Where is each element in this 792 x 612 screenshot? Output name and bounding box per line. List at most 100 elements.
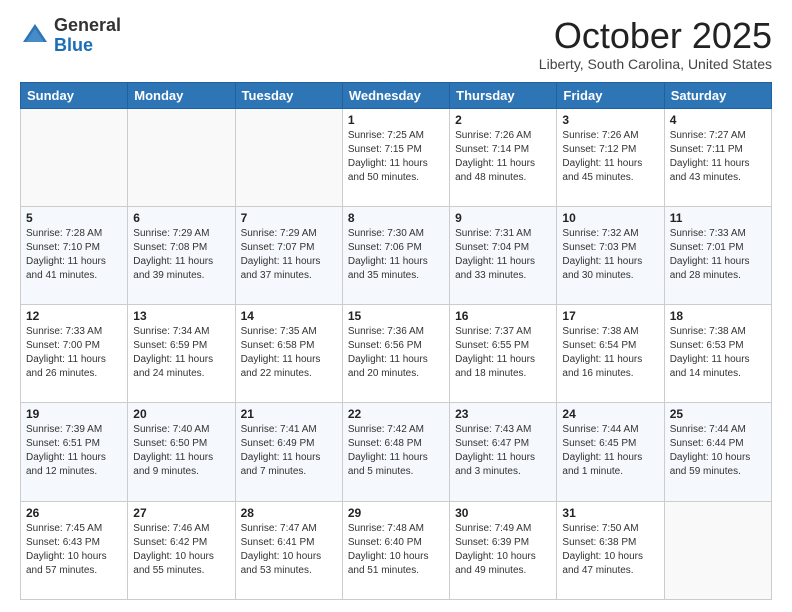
calendar-cell: 18 Sunrise: 7:38 AM Sunset: 6:53 PM Dayli… — [664, 305, 771, 403]
day-info: Sunrise: 7:37 AM Sunset: 6:55 PM Dayligh… — [455, 325, 551, 381]
calendar-week-row: 19 Sunrise: 7:39 AM Sunset: 6:51 PM Dayli… — [21, 403, 772, 501]
day-number: 7 — [241, 211, 337, 225]
day-info: Sunrise: 7:41 AM Sunset: 6:49 PM Dayligh… — [241, 423, 337, 479]
day-number: 6 — [133, 211, 229, 225]
calendar-day-header: Wednesday — [342, 82, 449, 108]
day-number: 29 — [348, 506, 444, 520]
calendar-cell: 6 Sunrise: 7:29 AM Sunset: 7:08 PM Daylig… — [128, 206, 235, 304]
logo-blue-text: Blue — [54, 35, 93, 55]
calendar-table: SundayMondayTuesdayWednesdayThursdayFrid… — [20, 82, 772, 600]
day-info: Sunrise: 7:35 AM Sunset: 6:58 PM Dayligh… — [241, 325, 337, 381]
calendar-day-header: Monday — [128, 82, 235, 108]
day-info: Sunrise: 7:33 AM Sunset: 7:00 PM Dayligh… — [26, 325, 122, 381]
day-number: 18 — [670, 309, 766, 323]
day-info: Sunrise: 7:27 AM Sunset: 7:11 PM Dayligh… — [670, 129, 766, 185]
day-info: Sunrise: 7:38 AM Sunset: 6:54 PM Dayligh… — [562, 325, 658, 381]
day-info: Sunrise: 7:44 AM Sunset: 6:44 PM Dayligh… — [670, 423, 766, 479]
calendar-cell: 24Sunrise: 7:44 AM Sunset: 6:45 PM Dayli… — [557, 403, 664, 501]
calendar-cell: 26Sunrise: 7:45 AM Sunset: 6:43 PM Dayli… — [21, 501, 128, 599]
calendar-cell: 10 Sunrise: 7:32 AM Sunset: 7:03 PM Dayli… — [557, 206, 664, 304]
logo-general-text: General — [54, 15, 121, 35]
day-info: Sunrise: 7:34 AM Sunset: 6:59 PM Dayligh… — [133, 325, 229, 381]
day-number: 3 — [562, 113, 658, 127]
calendar-cell: 3 Sunrise: 7:26 AM Sunset: 7:12 PM Daylig… — [557, 108, 664, 206]
day-number: 31 — [562, 506, 658, 520]
day-info: Sunrise: 7:36 AM Sunset: 6:56 PM Dayligh… — [348, 325, 444, 381]
day-number: 16 — [455, 309, 551, 323]
calendar-cell: 11Sunrise: 7:33 AM Sunset: 7:01 PM Dayli… — [664, 206, 771, 304]
day-number: 10 — [562, 211, 658, 225]
calendar-day-header: Saturday — [664, 82, 771, 108]
day-number: 2 — [455, 113, 551, 127]
day-number: 14 — [241, 309, 337, 323]
calendar-cell: 27Sunrise: 7:46 AM Sunset: 6:42 PM Dayli… — [128, 501, 235, 599]
calendar-cell: 20 Sunrise: 7:40 AM Sunset: 6:50 PM Dayli… — [128, 403, 235, 501]
day-number: 5 — [26, 211, 122, 225]
calendar-week-row: 12 Sunrise: 7:33 AM Sunset: 7:00 PM Dayli… — [21, 305, 772, 403]
day-number: 13 — [133, 309, 229, 323]
day-info: Sunrise: 7:40 AM Sunset: 6:50 PM Dayligh… — [133, 423, 229, 479]
day-info: Sunrise: 7:43 AM Sunset: 6:47 PM Dayligh… — [455, 423, 551, 479]
day-info: Sunrise: 7:50 AM Sunset: 6:38 PM Dayligh… — [562, 522, 658, 578]
day-number: 27 — [133, 506, 229, 520]
day-number: 8 — [348, 211, 444, 225]
calendar-cell: 23Sunrise: 7:43 AM Sunset: 6:47 PM Dayli… — [450, 403, 557, 501]
day-number: 21 — [241, 407, 337, 421]
day-number: 12 — [26, 309, 122, 323]
calendar-header-row: SundayMondayTuesdayWednesdayThursdayFrid… — [21, 82, 772, 108]
calendar-cell: 29 Sunrise: 7:48 AM Sunset: 6:40 PM Dayli… — [342, 501, 449, 599]
day-info: Sunrise: 7:45 AM Sunset: 6:43 PM Dayligh… — [26, 522, 122, 578]
day-info: Sunrise: 7:29 AM Sunset: 7:07 PM Dayligh… — [241, 227, 337, 283]
day-info: Sunrise: 7:26 AM Sunset: 7:14 PM Dayligh… — [455, 129, 551, 185]
day-info: Sunrise: 7:47 AM Sunset: 6:41 PM Dayligh… — [241, 522, 337, 578]
calendar-week-row: 1Sunrise: 7:25 AM Sunset: 7:15 PM Daylig… — [21, 108, 772, 206]
calendar-cell — [235, 108, 342, 206]
day-number: 4 — [670, 113, 766, 127]
calendar-cell — [664, 501, 771, 599]
calendar-cell: 8 Sunrise: 7:30 AM Sunset: 7:06 PM Daylig… — [342, 206, 449, 304]
logo: General Blue — [20, 16, 121, 56]
day-info: Sunrise: 7:44 AM Sunset: 6:45 PM Dayligh… — [562, 423, 658, 479]
day-info: Sunrise: 7:39 AM Sunset: 6:51 PM Dayligh… — [26, 423, 122, 479]
header: General Blue October 2025 Liberty, South… — [20, 16, 772, 72]
day-info: Sunrise: 7:26 AM Sunset: 7:12 PM Dayligh… — [562, 129, 658, 185]
day-number: 1 — [348, 113, 444, 127]
day-number: 17 — [562, 309, 658, 323]
calendar-cell: 30Sunrise: 7:49 AM Sunset: 6:39 PM Dayli… — [450, 501, 557, 599]
day-info: Sunrise: 7:30 AM Sunset: 7:06 PM Dayligh… — [348, 227, 444, 283]
calendar-cell: 19 Sunrise: 7:39 AM Sunset: 6:51 PM Dayli… — [21, 403, 128, 501]
day-info: Sunrise: 7:49 AM Sunset: 6:39 PM Dayligh… — [455, 522, 551, 578]
day-number: 25 — [670, 407, 766, 421]
day-number: 20 — [133, 407, 229, 421]
calendar-week-row: 26Sunrise: 7:45 AM Sunset: 6:43 PM Dayli… — [21, 501, 772, 599]
calendar-cell: 7 Sunrise: 7:29 AM Sunset: 7:07 PM Daylig… — [235, 206, 342, 304]
day-info: Sunrise: 7:32 AM Sunset: 7:03 PM Dayligh… — [562, 227, 658, 283]
day-number: 28 — [241, 506, 337, 520]
day-number: 9 — [455, 211, 551, 225]
day-number: 19 — [26, 407, 122, 421]
calendar-week-row: 5Sunrise: 7:28 AM Sunset: 7:10 PM Daylig… — [21, 206, 772, 304]
day-info: Sunrise: 7:31 AM Sunset: 7:04 PM Dayligh… — [455, 227, 551, 283]
day-info: Sunrise: 7:42 AM Sunset: 6:48 PM Dayligh… — [348, 423, 444, 479]
day-info: Sunrise: 7:29 AM Sunset: 7:08 PM Dayligh… — [133, 227, 229, 283]
location-subtitle: Liberty, South Carolina, United States — [539, 56, 772, 72]
calendar-cell: 28 Sunrise: 7:47 AM Sunset: 6:41 PM Dayli… — [235, 501, 342, 599]
calendar-day-header: Friday — [557, 82, 664, 108]
calendar-cell: 13 Sunrise: 7:34 AM Sunset: 6:59 PM Dayli… — [128, 305, 235, 403]
calendar-cell: 2 Sunrise: 7:26 AM Sunset: 7:14 PM Daylig… — [450, 108, 557, 206]
page: General Blue October 2025 Liberty, South… — [0, 0, 792, 612]
day-number: 15 — [348, 309, 444, 323]
day-info: Sunrise: 7:48 AM Sunset: 6:40 PM Dayligh… — [348, 522, 444, 578]
calendar-cell: 25 Sunrise: 7:44 AM Sunset: 6:44 PM Dayli… — [664, 403, 771, 501]
calendar-cell — [21, 108, 128, 206]
day-number: 22 — [348, 407, 444, 421]
day-number: 11 — [670, 211, 766, 225]
month-title: October 2025 — [539, 16, 772, 56]
calendar-cell: 4 Sunrise: 7:27 AM Sunset: 7:11 PM Daylig… — [664, 108, 771, 206]
calendar-cell: 21 Sunrise: 7:41 AM Sunset: 6:49 PM Dayli… — [235, 403, 342, 501]
calendar-cell: 15 Sunrise: 7:36 AM Sunset: 6:56 PM Dayli… — [342, 305, 449, 403]
calendar-cell: 31 Sunrise: 7:50 AM Sunset: 6:38 PM Dayli… — [557, 501, 664, 599]
day-info: Sunrise: 7:38 AM Sunset: 6:53 PM Dayligh… — [670, 325, 766, 381]
calendar-cell: 14 Sunrise: 7:35 AM Sunset: 6:58 PM Dayli… — [235, 305, 342, 403]
calendar-cell: 17 Sunrise: 7:38 AM Sunset: 6:54 PM Dayli… — [557, 305, 664, 403]
